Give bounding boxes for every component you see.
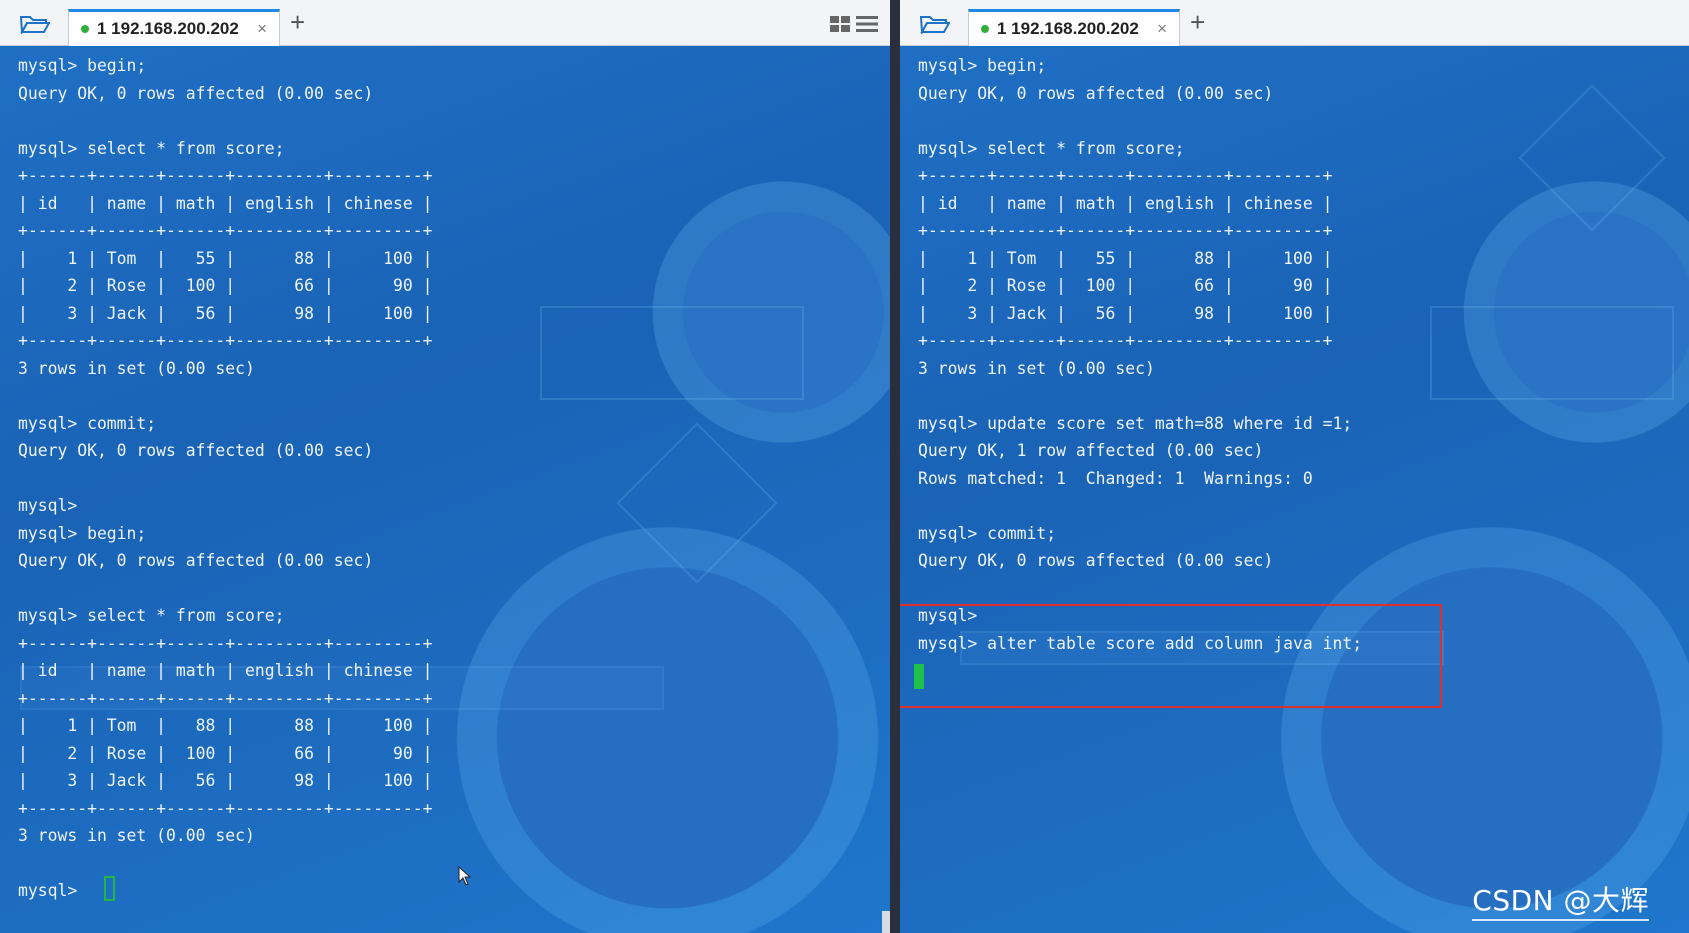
terminal-line: Query OK, 0 rows affected (0.00 sec) (18, 441, 374, 460)
terminal-line: | id | name | math | english | chinese | (918, 193, 1333, 213)
mouse-pointer-icon (458, 866, 472, 886)
terminal-line: Query OK, 0 rows affected (0.00 sec) (918, 551, 1274, 570)
terminal-line: +------+------+------+---------+--------… (18, 221, 433, 240)
terminal-line: +------+------+------+---------+--------… (18, 798, 433, 818)
terminal-line: | 2 | Rose | 100 | 66 | 90 | (918, 276, 1333, 295)
terminal-line: mysql> select * from score; (18, 606, 285, 625)
close-icon[interactable]: × (1157, 19, 1167, 39)
terminal-line: Query OK, 0 rows affected (0.00 sec) (18, 83, 374, 103)
terminal-line: | id | name | math | english | chinese | (18, 661, 433, 680)
terminal-cursor (104, 876, 115, 901)
tab-label: 1 192.168.200.202 (97, 19, 239, 38)
terminal-line: Query OK, 0 rows affected (0.00 sec) (918, 83, 1274, 103)
terminal-line: | 3 | Jack | 56 | 98 | 100 | (18, 771, 433, 790)
terminal-line: Rows matched: 1 Changed: 1 Warnings: 0 (918, 468, 1313, 488)
tab-label: 1 192.168.200.202 (997, 19, 1139, 38)
plus-icon[interactable]: + (290, 9, 305, 35)
terminal-output[interactable]: mysql> begin; Query OK, 0 rows affected (… (0, 46, 890, 933)
terminal-line: mysql> select * from score; (918, 138, 1185, 158)
terminal-line: +------+------+------+---------+--------… (18, 633, 433, 653)
terminal-line: | 1 | Tom | 55 | 88 | 100 | (18, 248, 433, 268)
terminal-line: +------+------+------+---------+--------… (918, 166, 1333, 185)
terminal-line: mysql> begin; (18, 56, 147, 75)
terminal-line: 3 rows in set (0.00 sec) (18, 826, 255, 845)
terminal-line: mysql> (18, 881, 78, 900)
terminal-line: | 1 | Tom | 88 | 88 | 100 | (18, 716, 433, 735)
terminal-line: +------+------+------+---------+--------… (918, 331, 1333, 350)
highlight-box (900, 604, 1442, 708)
terminal-line: mysql> commit; (918, 523, 1057, 543)
terminal-line: mysql> commit; (18, 413, 157, 433)
terminal-line: mysql> begin; (18, 523, 147, 543)
tab-bar: 1 192.168.200.202 × + (900, 0, 1689, 46)
connection-status-icon (81, 25, 89, 33)
terminal-line: | 3 | Jack | 56 | 98 | 100 | (18, 303, 433, 323)
close-icon[interactable]: × (257, 19, 267, 39)
connection-status-icon (981, 25, 989, 33)
terminal-line: | 3 | Jack | 56 | 98 | 100 | (918, 303, 1333, 323)
terminal-line: mysql> update score set math=88 where id… (918, 413, 1353, 433)
terminal-line: +------+------+------+---------+--------… (918, 221, 1333, 240)
terminal-line: 3 rows in set (0.00 sec) (918, 358, 1155, 378)
terminal-line: | id | name | math | english | chinese | (18, 193, 433, 213)
plus-icon[interactable]: + (1190, 9, 1205, 35)
layout-grid-icon[interactable] (830, 16, 850, 32)
session-tab[interactable]: 1 192.168.200.202 × (68, 9, 280, 46)
terminal-line: mysql> begin; (918, 56, 1047, 75)
terminal-line: | 2 | Rose | 100 | 66 | 90 | (18, 743, 433, 763)
terminal-line: +------+------+------+---------+--------… (18, 331, 433, 350)
terminal-line: +------+------+------+---------+--------… (18, 166, 433, 185)
terminal-line: +------+------+------+---------+--------… (18, 688, 433, 708)
terminal-line: Query OK, 1 row affected (0.00 sec) (918, 441, 1264, 460)
terminal-line: mysql> select * from score; (18, 138, 285, 158)
watermark: CSDN @大辉 (1472, 879, 1649, 921)
terminal-output[interactable]: mysql> begin; Query OK, 0 rows affected (… (900, 46, 1689, 933)
tab-bar: 1 192.168.200.202 × + (0, 0, 890, 46)
pane-divider[interactable] (890, 0, 900, 933)
scrollbar[interactable] (882, 911, 890, 933)
terminal-line: Query OK, 0 rows affected (0.00 sec) (18, 551, 374, 570)
right-terminal-pane: 1 192.168.200.202 × + mysql> begin; Query… (900, 0, 1689, 933)
folder-icon[interactable] (920, 14, 950, 34)
terminal-line: mysql> (18, 496, 78, 515)
terminal-cursor (914, 664, 924, 689)
menu-icon[interactable] (856, 16, 878, 32)
left-terminal-pane: 1 192.168.200.202 × + mysql> begin; Query… (0, 0, 890, 933)
folder-icon[interactable] (20, 14, 50, 34)
terminal-line: 3 rows in set (0.00 sec) (18, 358, 255, 378)
terminal-line: | 1 | Tom | 55 | 88 | 100 | (918, 248, 1333, 268)
session-tab[interactable]: 1 192.168.200.202 × (968, 9, 1180, 46)
terminal-line: | 2 | Rose | 100 | 66 | 90 | (18, 276, 433, 295)
terminal-lines: mysql> begin; Query OK, 0 rows affected (… (918, 52, 1362, 657)
terminal-lines: mysql> begin; Query OK, 0 rows affected (… (18, 52, 432, 905)
